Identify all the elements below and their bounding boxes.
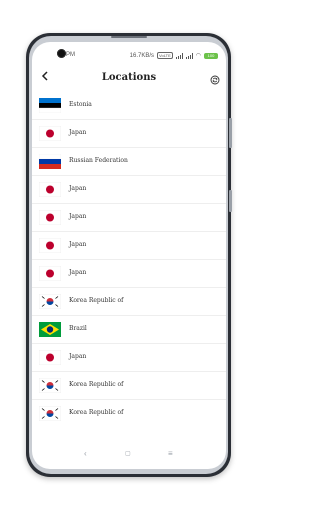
system-nav-bar: ‹ ▢ ≡ — [32, 447, 226, 461]
earpiece-speaker — [111, 36, 147, 38]
refresh-icon[interactable] — [210, 72, 220, 85]
volume-button — [229, 118, 232, 148]
location-name: Russian Federation — [69, 157, 128, 164]
japan-flag-icon — [39, 238, 61, 253]
app-header: Locations — [32, 66, 226, 90]
korea-flag-icon — [39, 406, 61, 421]
location-row[interactable]: Russian Federation — [32, 148, 226, 176]
location-name: Korea Republic of — [69, 381, 124, 388]
location-name: Estonia — [69, 101, 92, 108]
nav-back-button[interactable]: ‹ — [84, 449, 87, 458]
location-row[interactable]: Brazil — [32, 316, 226, 344]
nav-menu-button[interactable]: ≡ — [168, 449, 173, 458]
signal-icon — [175, 52, 183, 59]
japan-flag-icon — [39, 210, 61, 225]
location-row[interactable]: Japan — [32, 204, 226, 232]
status-time: PM — [66, 52, 75, 58]
signal-icon-2 — [185, 52, 193, 59]
location-row[interactable]: Korea Republic of — [32, 372, 226, 400]
location-name: Brazil — [69, 325, 87, 332]
korea-flag-icon — [39, 378, 61, 393]
location-row[interactable]: Japan — [32, 344, 226, 372]
location-row[interactable]: Korea Republic of — [32, 400, 226, 427]
location-name: Japan — [69, 241, 87, 248]
power-button — [229, 190, 232, 212]
japan-flag-icon — [39, 266, 61, 281]
location-row[interactable]: Japan — [32, 232, 226, 260]
page-title: Locations — [101, 72, 157, 83]
nav-home-button[interactable]: ▢ — [125, 450, 131, 457]
location-name: Japan — [69, 213, 87, 220]
location-row[interactable]: Japan — [32, 120, 226, 148]
location-row[interactable]: Estonia — [32, 92, 226, 120]
brazil-flag-icon — [39, 322, 61, 337]
location-name: Korea Republic of — [69, 409, 124, 416]
location-row[interactable]: Japan — [32, 260, 226, 288]
japan-flag-icon — [39, 350, 61, 365]
location-name: Japan — [69, 185, 87, 192]
battery-icon: 100 — [204, 52, 218, 59]
japan-flag-icon — [39, 182, 61, 197]
location-name: Japan — [69, 129, 87, 136]
wifi-icon: ◠ — [195, 53, 201, 59]
estonia-flag-icon — [39, 98, 61, 113]
network-speed: 16.7KB/s — [129, 52, 155, 59]
location-row[interactable]: Japan — [32, 176, 226, 204]
front-camera — [57, 49, 66, 58]
location-row[interactable]: Korea Republic of — [32, 288, 226, 316]
locations-list: Estonia Japan Russian Federation Japan Japan… — [32, 92, 226, 427]
japan-flag-icon — [39, 126, 61, 141]
app-screen: PM 16.7KB/s VoLTE ◠ 100 Locations Estoni… — [32, 42, 226, 469]
location-name: Japan — [69, 269, 87, 276]
location-name: Korea Republic of — [69, 297, 124, 304]
location-name: Japan — [69, 353, 87, 360]
volte-badge: VoLTE — [157, 52, 173, 59]
korea-flag-icon — [39, 294, 61, 309]
russia-flag-icon — [39, 154, 61, 169]
